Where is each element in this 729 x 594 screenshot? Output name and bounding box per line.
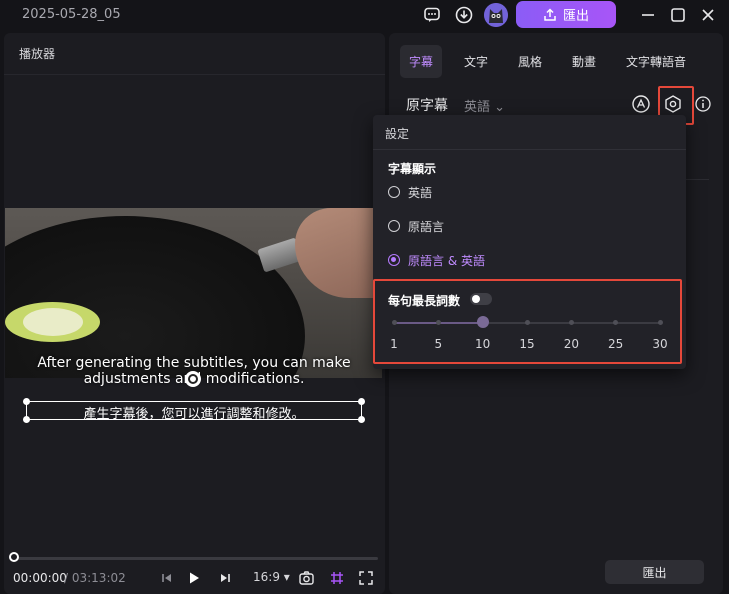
record-label-center [23, 308, 83, 336]
title-bar: 2025-05-28_05 匯出 [0, 0, 729, 32]
minimize-icon[interactable] [637, 4, 659, 26]
progress-bar[interactable] [13, 557, 378, 560]
source-language-select[interactable]: 英語 ⌄ [464, 96, 505, 115]
option-label: 原語言 [408, 219, 445, 234]
tab-subtitles[interactable]: 字幕 [400, 45, 443, 78]
next-frame-icon[interactable] [216, 569, 234, 587]
option-english[interactable]: 英語 [388, 183, 432, 201]
export-label: 匯出 [562, 9, 589, 24]
crop-grid-icon[interactable] [328, 569, 346, 587]
tab-text-to-speech[interactable]: 文字轉語音 [617, 45, 695, 78]
play-icon[interactable] [185, 569, 203, 587]
feedback-icon[interactable] [421, 4, 443, 26]
subtitle-chinese[interactable]: 產生字幕後，您可以進行調整和修改。 [27, 403, 361, 422]
time-total: / 03:13:02 [64, 571, 126, 585]
app-window: 2025-05-28_05 匯出 播放器 After generating th… [0, 0, 729, 594]
close-icon[interactable] [697, 4, 719, 26]
subtitle-display-label: 字幕顯示 [388, 162, 437, 176]
option-original[interactable]: 原語言 [388, 217, 444, 235]
aspect-ratio-value: 16:9 [253, 570, 280, 584]
maximize-icon[interactable] [667, 4, 689, 26]
tab-bar: 字幕 文字 風格 動畫 文字轉語音 [389, 33, 723, 79]
radio-icon[interactable] [388, 220, 400, 232]
export-button[interactable]: 匯出 [516, 1, 616, 28]
option-label: 原語言 & 英語 [408, 253, 485, 268]
aspect-ratio-select[interactable]: 16:9 ▾ [253, 570, 290, 584]
time-current: 00:00:00 [13, 571, 67, 585]
progress-knob[interactable] [9, 552, 19, 562]
rotate-handle-icon[interactable] [185, 371, 201, 387]
radio-selected-icon[interactable] [388, 254, 400, 266]
download-icon[interactable] [453, 4, 475, 26]
player-title: 播放器 [4, 33, 385, 75]
player-panel: 播放器 After generating the subtitles, you … [4, 33, 385, 594]
source-language-value: 英語 [464, 100, 491, 115]
info-icon[interactable] [692, 93, 714, 115]
fullscreen-icon[interactable] [357, 569, 375, 587]
snapshot-icon[interactable] [297, 569, 315, 587]
previous-frame-icon[interactable] [158, 569, 176, 587]
popup-divider [373, 149, 686, 150]
subtitle-selection-box[interactable]: 產生字幕後，您可以進行調整和修改。 [23, 398, 365, 423]
avatar[interactable] [484, 3, 508, 27]
source-subtitle-label: 原字幕 [406, 98, 448, 114]
tab-animation[interactable]: 動畫 [563, 45, 605, 78]
auto-translate-icon[interactable] [630, 93, 652, 115]
option-label: 英語 [408, 185, 433, 200]
tab-style[interactable]: 風格 [509, 45, 551, 78]
player-controls: 00:00:00 / 03:13:02 16:9 ▾ [4, 566, 385, 590]
video-preview[interactable] [5, 208, 382, 378]
upload-icon [544, 7, 556, 21]
popup-title: 設定 [385, 127, 410, 141]
settings-popup: 設定 字幕顯示 英語 原語言 原語言 & 英語 每句最長詞數 1 5 10 15 20 2… [373, 115, 686, 369]
option-original-and-english[interactable]: 原語言 & 英語 [388, 251, 485, 269]
tab-text[interactable]: 文字 [455, 45, 497, 78]
radio-icon[interactable] [388, 186, 400, 198]
panel-export-button[interactable]: 匯出 [605, 560, 704, 584]
project-title: 2025-05-28_05 [22, 7, 121, 22]
max-words-highlight [373, 279, 682, 364]
